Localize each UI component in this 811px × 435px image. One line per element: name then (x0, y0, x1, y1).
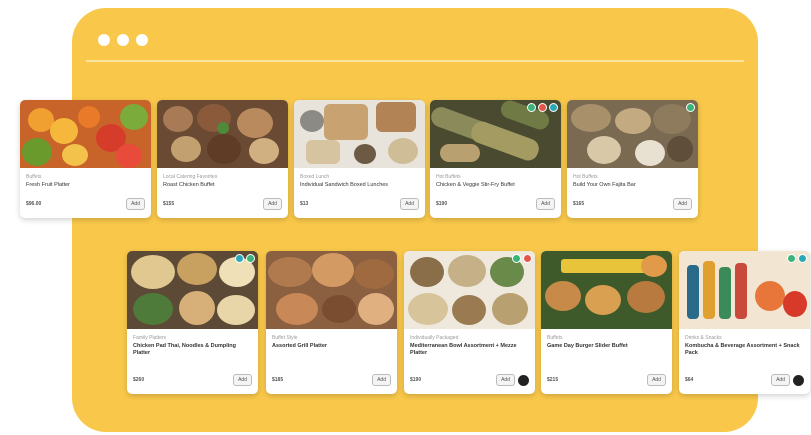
card-price: $13 (300, 201, 309, 207)
menu-card[interactable]: Drinks & Snacks Kombucha & Beverage Asso… (679, 251, 810, 394)
card-category: Buffets (26, 174, 42, 180)
diet-badges (527, 103, 558, 112)
menu-card[interactable]: Hot Buffets Chicken & Veggie Stir-Fry Bu… (430, 100, 561, 218)
halal-badge-icon (523, 254, 532, 263)
diet-badges (512, 254, 532, 263)
window-dot-icon (98, 34, 110, 46)
window-dots (98, 34, 148, 46)
card-title: Roast Chicken Buffet (163, 182, 215, 188)
catering-marketplace-illustration: Buffets Fresh Fruit Platter $96.00 Add L… (0, 0, 811, 435)
card-title: Chicken & Veggie Stir-Fry Buffet (436, 182, 515, 188)
card-category: Boxed Lunch (300, 174, 330, 180)
info-icon[interactable] (518, 374, 529, 386)
add-button[interactable]: Add (233, 374, 252, 386)
window-dot-icon (117, 34, 129, 46)
food-photo (567, 100, 698, 168)
card-title: Game Day Burger Slider Buffet (547, 343, 628, 349)
halal-badge-icon (538, 103, 547, 112)
card-category: Buffets (547, 335, 563, 341)
vegan-badge-icon (527, 103, 536, 112)
card-category: Hot Buffets (436, 174, 461, 180)
card-price: $155 (163, 201, 175, 207)
card-title: Fresh Fruit Platter (26, 182, 71, 188)
card-category: Local Catering Favorites (163, 174, 218, 180)
add-button[interactable]: Add (126, 198, 145, 210)
diet-badges (686, 103, 695, 112)
food-photo (404, 251, 535, 329)
card-price: $64 (685, 377, 694, 383)
gluten-free-badge-icon (235, 254, 244, 263)
food-photo (430, 100, 561, 168)
menu-card[interactable]: Local Catering Favorites Roast Chicken B… (157, 100, 288, 218)
card-title: Individual Sandwich Boxed Lunches (300, 182, 389, 188)
card-category: Buffet Style (272, 335, 298, 341)
food-photo (20, 100, 151, 168)
gluten-free-badge-icon (798, 254, 807, 263)
vegan-badge-icon (512, 254, 521, 263)
vegan-badge-icon (246, 254, 255, 263)
card-price: $190 (436, 201, 448, 207)
add-button[interactable]: Add (400, 198, 419, 210)
card-category: Individually Packaged (410, 335, 459, 341)
menu-card[interactable]: Buffet Style Assorted Grill Platter $185… (266, 251, 397, 394)
info-icon[interactable] (793, 374, 804, 386)
vegan-badge-icon (787, 254, 796, 263)
add-button[interactable]: Add (372, 374, 391, 386)
card-price: $96.00 (26, 201, 42, 207)
card-title: Assorted Grill Platter (272, 343, 328, 349)
card-category: Drinks & Snacks (685, 335, 722, 341)
frame-divider (86, 60, 744, 62)
card-title: Mediterranean Bowl Assortment + Mezze Pl… (410, 343, 517, 356)
window-dot-icon (136, 34, 148, 46)
card-title: Build Your Own Fajita Bar (573, 182, 636, 188)
menu-card[interactable]: Buffets Fresh Fruit Platter $96.00 Add (20, 100, 151, 218)
menu-card[interactable]: Buffets Game Day Burger Slider Buffet $2… (541, 251, 672, 394)
card-category: Family Platters (133, 335, 167, 341)
card-title: Chicken Pad Thai, Noodles & Dumpling Pla… (133, 343, 236, 356)
card-price: $260 (133, 377, 145, 383)
card-price: $185 (272, 377, 284, 383)
card-price: $215 (547, 377, 559, 383)
vegan-badge-icon (686, 103, 695, 112)
food-photo (541, 251, 672, 329)
food-photo (266, 251, 397, 329)
add-button[interactable]: Add (536, 198, 555, 210)
card-category: Hot Buffets (573, 174, 598, 180)
food-photo (679, 251, 810, 329)
menu-card[interactable]: Individually Packaged Mediterranean Bowl… (404, 251, 535, 394)
add-button[interactable]: Add (673, 198, 692, 210)
menu-card[interactable]: Family Platters Chicken Pad Thai, Noodle… (127, 251, 258, 394)
card-price: $165 (573, 201, 585, 207)
diet-badges (787, 254, 807, 263)
food-photo (157, 100, 288, 168)
menu-card[interactable]: Boxed Lunch Individual Sandwich Boxed Lu… (294, 100, 425, 218)
add-button[interactable]: Add (771, 374, 790, 386)
card-price: $190 (410, 377, 422, 383)
add-button[interactable]: Add (496, 374, 515, 386)
add-button[interactable]: Add (263, 198, 282, 210)
diet-badges (235, 254, 255, 263)
gluten-free-badge-icon (549, 103, 558, 112)
card-title: Kombucha & Beverage Assortment + Snack P… (685, 343, 800, 356)
menu-card[interactable]: Hot Buffets Build Your Own Fajita Bar $1… (567, 100, 698, 218)
food-photo (294, 100, 425, 168)
add-button[interactable]: Add (647, 374, 666, 386)
food-photo (127, 251, 258, 329)
